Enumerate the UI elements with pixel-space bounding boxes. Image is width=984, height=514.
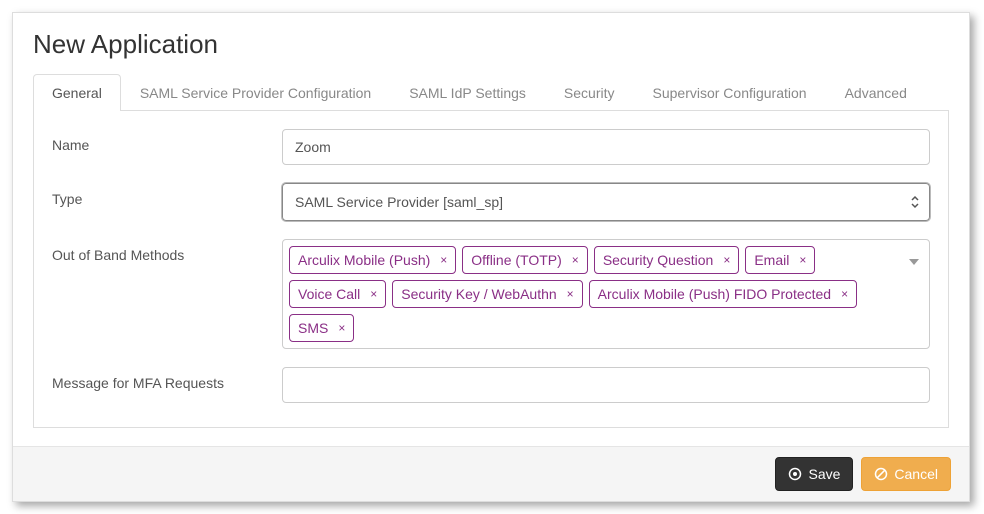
tab-supervisor-config[interactable]: Supervisor Configuration bbox=[634, 74, 826, 111]
label-name: Name bbox=[52, 129, 282, 153]
page-title: New Application bbox=[33, 29, 949, 60]
tag-arculix-mobile-push-fido: Arculix Mobile (Push) FIDO Protected × bbox=[589, 280, 857, 308]
type-select-wrap: SAML Service Provider [saml_sp] bbox=[282, 183, 930, 221]
tag-offline-totp: Offline (TOTP) × bbox=[462, 246, 588, 274]
tag-label: Email bbox=[754, 252, 789, 268]
control-oob-methods: Arculix Mobile (Push) × Offline (TOTP) ×… bbox=[282, 239, 930, 349]
control-mfa-message bbox=[282, 367, 930, 403]
tab-general[interactable]: General bbox=[33, 74, 121, 111]
panel-footer: Save Cancel bbox=[13, 446, 969, 501]
tag-security-question: Security Question × bbox=[594, 246, 740, 274]
tag-voice-call: Voice Call × bbox=[289, 280, 386, 308]
close-icon[interactable]: × bbox=[841, 288, 848, 300]
save-button-label: Save bbox=[808, 466, 840, 482]
tag-security-key-webauthn: Security Key / WebAuthn × bbox=[392, 280, 582, 308]
close-icon[interactable]: × bbox=[370, 288, 377, 300]
cancel-button[interactable]: Cancel bbox=[861, 457, 951, 491]
label-type: Type bbox=[52, 183, 282, 207]
dropdown-caret-icon[interactable] bbox=[909, 252, 919, 268]
close-icon[interactable]: × bbox=[723, 254, 730, 266]
tag-label: Security Key / WebAuthn bbox=[401, 286, 556, 302]
target-icon bbox=[788, 467, 802, 481]
tag-sms: SMS × bbox=[289, 314, 354, 342]
row-type: Type SAML Service Provider [saml_sp] bbox=[52, 183, 930, 221]
panel-body: New Application General SAML Service Pro… bbox=[13, 13, 969, 428]
label-mfa-message: Message for MFA Requests bbox=[52, 367, 282, 391]
row-name: Name bbox=[52, 129, 930, 165]
tag-label: Voice Call bbox=[298, 286, 360, 302]
label-oob-methods: Out of Band Methods bbox=[52, 239, 282, 263]
type-select-value: SAML Service Provider [saml_sp] bbox=[295, 194, 503, 210]
tab-security[interactable]: Security bbox=[545, 74, 634, 111]
ban-icon bbox=[874, 467, 888, 481]
close-icon[interactable]: × bbox=[440, 254, 447, 266]
row-oob-methods: Out of Band Methods Arculix Mobile (Push… bbox=[52, 239, 930, 349]
application-panel: New Application General SAML Service Pro… bbox=[12, 12, 970, 502]
tag-label: Security Question bbox=[603, 252, 714, 268]
tab-general-content: Name Type SAML Service Provider [saml_sp… bbox=[33, 111, 949, 428]
close-icon[interactable]: × bbox=[799, 254, 806, 266]
mfa-message-input[interactable] bbox=[282, 367, 930, 403]
name-input[interactable] bbox=[282, 129, 930, 165]
type-select[interactable]: SAML Service Provider [saml_sp] bbox=[282, 183, 930, 221]
tag-label: Arculix Mobile (Push) bbox=[298, 252, 430, 268]
control-name bbox=[282, 129, 930, 165]
tag-label: Arculix Mobile (Push) FIDO Protected bbox=[598, 286, 831, 302]
tag-label: Offline (TOTP) bbox=[471, 252, 562, 268]
close-icon[interactable]: × bbox=[338, 322, 345, 334]
save-button[interactable]: Save bbox=[775, 457, 853, 491]
close-icon[interactable]: × bbox=[567, 288, 574, 300]
control-type: SAML Service Provider [saml_sp] bbox=[282, 183, 930, 221]
tag-label: SMS bbox=[298, 320, 328, 336]
close-icon[interactable]: × bbox=[572, 254, 579, 266]
row-mfa-message: Message for MFA Requests bbox=[52, 367, 930, 403]
tabs-bar: General SAML Service Provider Configurat… bbox=[33, 74, 949, 111]
tab-saml-idp-settings[interactable]: SAML IdP Settings bbox=[390, 74, 545, 111]
tag-email: Email × bbox=[745, 246, 815, 274]
tab-saml-sp-config[interactable]: SAML Service Provider Configuration bbox=[121, 74, 390, 111]
cancel-button-label: Cancel bbox=[894, 466, 938, 482]
tag-arculix-mobile-push: Arculix Mobile (Push) × bbox=[289, 246, 456, 274]
tab-advanced[interactable]: Advanced bbox=[826, 74, 926, 111]
oob-methods-multiselect[interactable]: Arculix Mobile (Push) × Offline (TOTP) ×… bbox=[282, 239, 930, 349]
